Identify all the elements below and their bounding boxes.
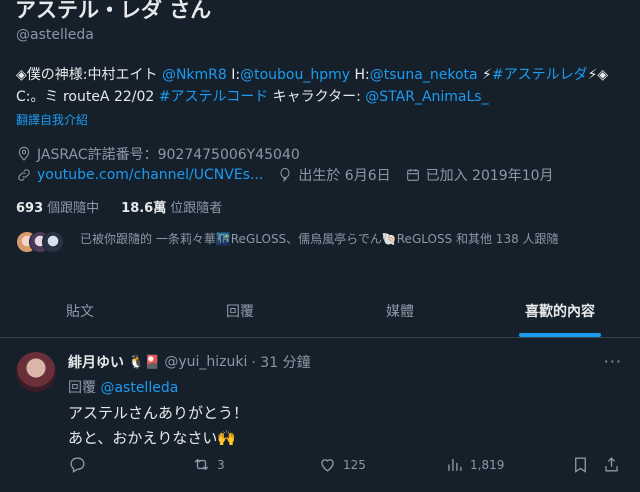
avatar xyxy=(42,231,64,253)
followers-label: 位跟隨者 xyxy=(170,201,223,216)
reply-prefix: 回覆 xyxy=(68,380,101,396)
tweet-time[interactable]: · 31 分鐘 xyxy=(251,352,310,372)
translate-bio-link[interactable]: 翻譯自我介紹 xyxy=(16,111,88,128)
tweet-author-handle[interactable]: @yui_hizuki xyxy=(164,354,247,370)
bar-chart-icon xyxy=(448,458,462,471)
bookmark-button[interactable] xyxy=(571,455,596,474)
share-button[interactable] xyxy=(602,455,627,474)
profile-joined: 已加入 2019年10月 xyxy=(405,165,554,185)
heart-icon xyxy=(321,459,334,472)
bio-text: キャラクター: xyxy=(268,89,366,105)
profile-handle: @astelleda xyxy=(16,27,94,43)
followers-count: 18.6萬 xyxy=(121,201,167,216)
tab-replies[interactable]: 回覆 xyxy=(160,285,320,337)
followers-stat[interactable]: 18.6萬 位跟隨者 xyxy=(121,197,222,216)
bio-mention-tsuna[interactable]: @tsuna_nekota xyxy=(370,67,478,83)
tweet-actions: 3 125 1,819 xyxy=(68,455,628,479)
tweet[interactable]: 緋月ゆい 🐧🎴 @yui_hizuki · 31 分鐘 ··· 回覆 @aste… xyxy=(0,338,640,492)
followed-by-text[interactable]: 已被你跟隨的 一条莉々華🌃ReGLOSS、儒烏風亭らでん🐚ReGLOSS 和其他… xyxy=(80,230,625,248)
like-button[interactable]: 125 xyxy=(318,455,366,474)
profile-display-name: アステル・レダ さん xyxy=(15,0,212,22)
balloon-icon xyxy=(280,167,290,182)
share-icon xyxy=(605,457,618,472)
profile-meta-row-2: youtube.com/channel/UCNVEs... 出生於 6月6日 已… xyxy=(16,165,568,185)
profile-meta-row-1: JASRAC許諾番号：9027475006Y45040 xyxy=(16,144,314,164)
views-button[interactable]: 1,819 xyxy=(445,455,504,474)
like-count: 125 xyxy=(343,457,366,472)
reply-icon xyxy=(70,457,85,473)
tweet-header: 緋月ゆい 🐧🎴 @yui_hizuki · 31 分鐘 xyxy=(68,352,311,372)
calendar-icon xyxy=(406,169,419,181)
bio-hashtag-astelcode[interactable]: #アステルコード xyxy=(159,89,268,105)
bookmark-icon xyxy=(575,457,586,473)
bio-text: I: xyxy=(226,67,241,83)
view-count: 1,819 xyxy=(470,457,505,472)
reply-to-mention[interactable]: @astelleda xyxy=(100,380,178,396)
profile-birthday: 出生於 6月6日 xyxy=(277,165,391,185)
tab-posts[interactable]: 貼文 xyxy=(0,285,160,337)
bio-mention-toubou[interactable]: @toubou_hpmy xyxy=(240,67,350,83)
link-icon xyxy=(18,169,30,181)
retweet-button[interactable]: 3 xyxy=(192,455,225,474)
following-stat[interactable]: 693 個跟隨中 xyxy=(16,197,99,216)
tweet-text-line: アステルさんありがとう！ xyxy=(68,404,249,422)
profile-bio: ◈僕の神様:中村エイト @NkmR8 I:@toubou_hpmy H:@tsu… xyxy=(16,64,626,108)
tweet-reply-context: 回覆 @astelleda xyxy=(68,377,178,397)
bio-text: ⚡ xyxy=(477,67,492,83)
tweet-author-emoji: 🐧🎴 xyxy=(128,354,161,370)
bio-text: H: xyxy=(350,67,370,83)
retweet-count: 3 xyxy=(217,457,225,472)
tab-media[interactable]: 媒體 xyxy=(320,285,480,337)
tweet-text: アステルさんありがとう！ あと、おかえりなさい🙌 xyxy=(68,401,248,451)
location-text: JASRAC許諾番号：9027475006Y45040 xyxy=(37,147,300,163)
tweet-author-name[interactable]: 緋月ゆい xyxy=(68,352,124,372)
profile-page: アステル・レダ さん @astelleda ◈僕の神様:中村エイト @NkmR8… xyxy=(0,0,640,492)
retweet-icon xyxy=(194,458,209,471)
joined-text: 已加入 2019年10月 xyxy=(425,168,554,184)
profile-tabs: 貼文 回覆 媒體 喜歡的內容 xyxy=(0,285,640,338)
tab-likes[interactable]: 喜歡的內容 xyxy=(480,285,640,337)
bio-mention-star-animals[interactable]: @STAR_AnimaLs_ xyxy=(365,89,488,105)
followed-by-avatars[interactable] xyxy=(16,231,72,253)
bio-text: ◈僕の神様:中村エイト xyxy=(16,67,162,83)
follow-stats: 693 個跟隨中 18.6萬 位跟隨者 xyxy=(16,197,244,216)
bio-hashtag-astelleda[interactable]: #アステルレダ xyxy=(492,67,588,83)
location-pin-icon xyxy=(18,146,30,161)
following-label: 個跟隨中 xyxy=(47,201,100,216)
more-options-icon[interactable]: ··· xyxy=(604,352,622,371)
bio-mention-nkmr8[interactable]: @NkmR8 xyxy=(162,67,227,83)
tweet-author-avatar[interactable] xyxy=(16,352,56,392)
profile-website[interactable]: youtube.com/channel/UCNVEs... xyxy=(16,167,263,183)
following-count: 693 xyxy=(16,201,44,216)
birthday-text: 出生於 6月6日 xyxy=(298,168,391,184)
website-link[interactable]: youtube.com/channel/UCNVEs... xyxy=(37,167,263,183)
tweet-text-line: あと、おかえりなさい🙌 xyxy=(68,429,237,447)
profile-location: JASRAC許諾番号：9027475006Y45040 xyxy=(16,144,300,164)
reply-button[interactable] xyxy=(68,455,93,474)
